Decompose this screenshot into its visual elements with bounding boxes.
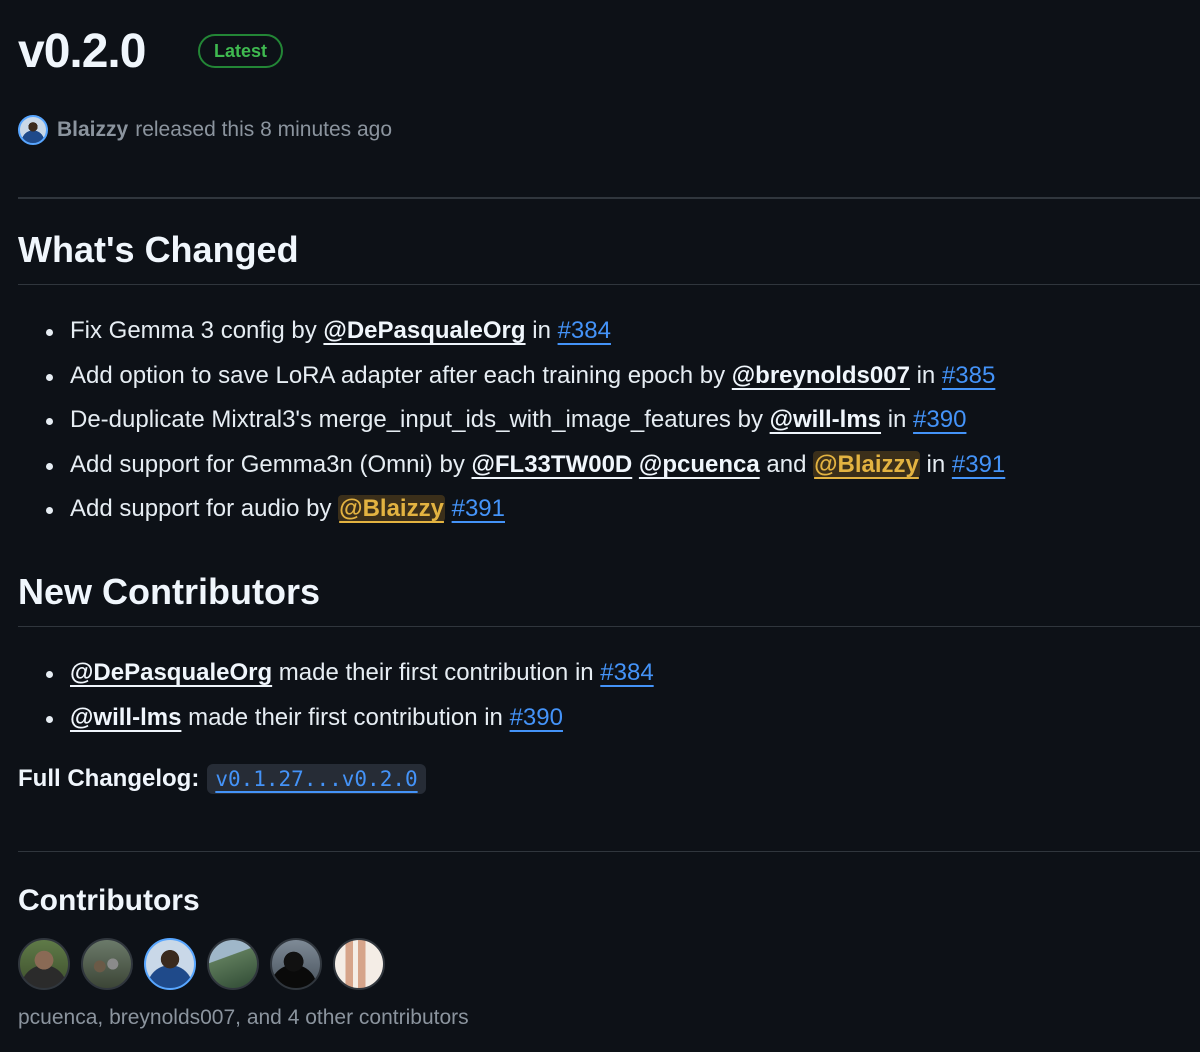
self-mention[interactable]: @Blaizzy [813, 450, 920, 478]
latest-badge: Latest [198, 34, 284, 68]
contributor-avatar[interactable] [81, 938, 133, 990]
changelog-compare-link[interactable]: v0.1.27...v0.2.0 [207, 764, 426, 794]
user-mention[interactable]: @will-lms [770, 406, 881, 433]
issue-link[interactable]: #384 [558, 317, 611, 344]
list-item: Fix Gemma 3 config by @DePasqualeOrg in … [46, 309, 1005, 354]
release-title: v0.2.0 [18, 25, 146, 78]
list-item: Add option to save LoRA adapter after ea… [46, 354, 1005, 399]
changes-list: Fix Gemma 3 config by @DePasqualeOrg in … [46, 309, 1005, 532]
divider [18, 197, 1200, 199]
contributor-avatar[interactable] [333, 938, 385, 990]
self-mention[interactable]: @Blaizzy [338, 495, 445, 523]
list-item: @DePasqualeOrg made their first contribu… [46, 651, 654, 696]
issue-link[interactable]: #385 [942, 362, 995, 389]
release-time-text: released this 8 minutes ago [135, 118, 393, 141]
contributor-avatar[interactable] [18, 938, 70, 990]
author-avatar[interactable] [18, 115, 48, 145]
user-mention[interactable]: @breynolds007 [732, 362, 910, 389]
section-divider [18, 851, 1200, 852]
list-item: Add support for audio by @Blaizzy #391 [46, 487, 1005, 532]
issue-link[interactable]: #390 [510, 704, 563, 731]
user-mention[interactable]: @DePasqualeOrg [323, 317, 525, 344]
issue-link[interactable]: #391 [452, 495, 505, 522]
list-item: @will-lms made their first contribution … [46, 696, 654, 741]
user-mention[interactable]: @will-lms [70, 704, 181, 731]
full-changelog: Full Changelog: v0.1.27...v0.2.0 [18, 764, 426, 794]
full-changelog-label: Full Changelog: [18, 765, 200, 792]
whats-changed-heading: What's Changed [18, 229, 299, 270]
new-contributors-heading: New Contributors [18, 571, 320, 612]
list-item: De-duplicate Mixtral3's merge_input_ids_… [46, 398, 1005, 443]
user-mention[interactable]: @FL33TW00D [471, 451, 632, 478]
contributor-avatar[interactable] [207, 938, 259, 990]
issue-link[interactable]: #390 [913, 406, 966, 433]
user-mention[interactable]: @pcuenca [639, 451, 760, 478]
issue-link[interactable]: #391 [952, 451, 1005, 478]
contributor-avatar[interactable] [144, 938, 196, 990]
contributor-avatar[interactable] [270, 938, 322, 990]
new-contributors-list: @DePasqualeOrg made their first contribu… [46, 651, 654, 740]
contributor-avatars [18, 938, 385, 990]
user-mention[interactable]: @DePasqualeOrg [70, 659, 272, 686]
contributors-summary: pcuenca, breynolds007, and 4 other contr… [18, 1006, 469, 1029]
list-item: Add support for Gemma3n (Omni) by @FL33T… [46, 443, 1005, 488]
heading-divider [18, 626, 1200, 627]
contributors-heading: Contributors [18, 884, 200, 917]
issue-link[interactable]: #384 [600, 659, 653, 686]
heading-divider [18, 284, 1200, 285]
release-meta: Blaizzy released this 8 minutes ago [18, 114, 392, 146]
author-link[interactable]: Blaizzy [57, 118, 128, 142]
